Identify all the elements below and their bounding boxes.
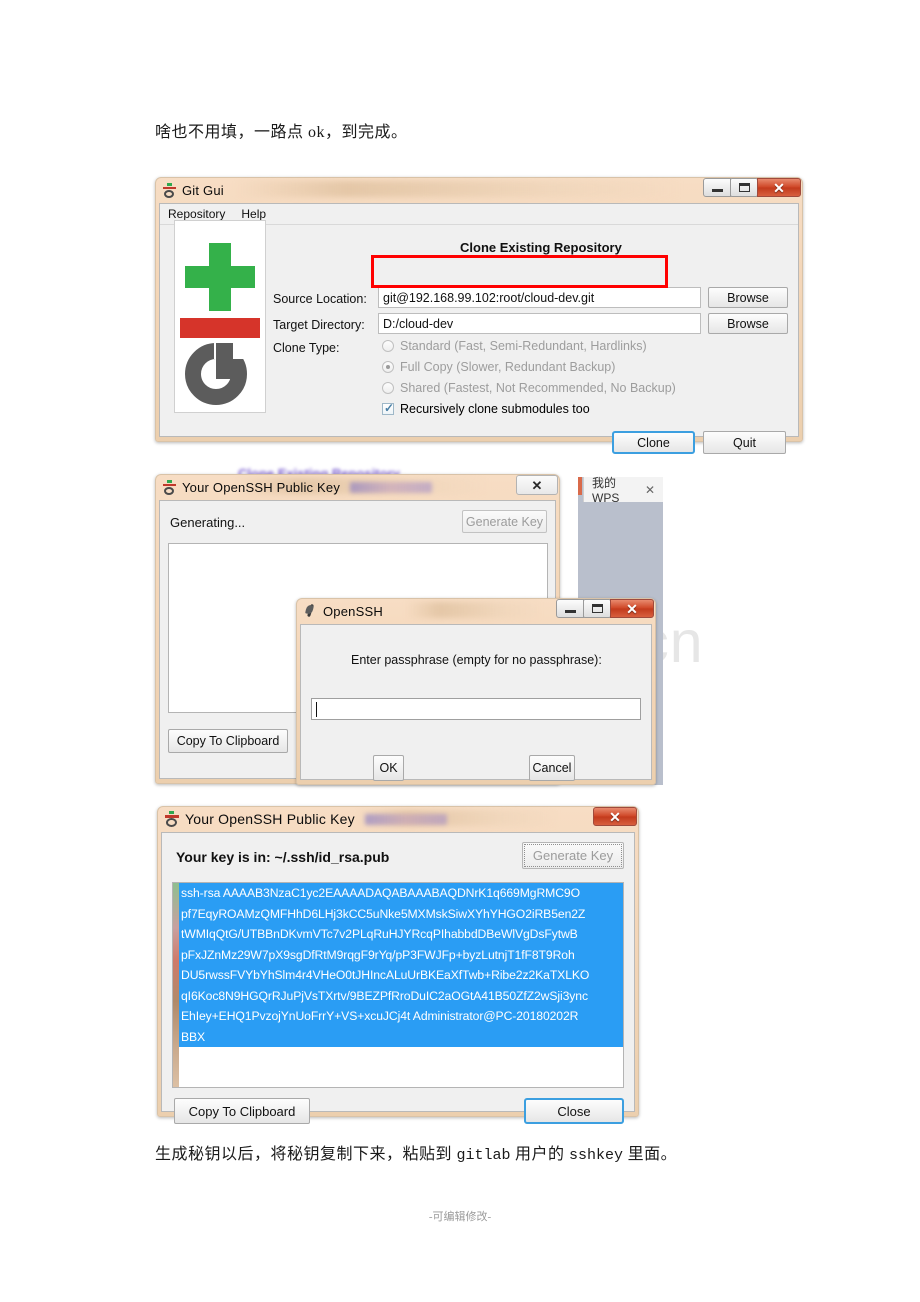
minimize-icon[interactable] (556, 599, 584, 618)
key-line: pf7EqyROAMzQMFHhD6LHj3kCC5uNke5MXMskSiwX… (179, 903, 623, 924)
close-icon[interactable]: ✕ (645, 483, 655, 497)
clone-type-full-copy-label: Full Copy (Slower, Redundant Backup) (400, 360, 616, 374)
source-location-input[interactable]: git@192.168.99.102:root/cloud-dev.git (378, 287, 701, 308)
page-footer-note: -可编辑修改- (428, 1211, 492, 1223)
copy-to-clipboard-button[interactable]: Copy To Clipboard (168, 729, 288, 753)
outro-mono-sshkey: sshkey (569, 1147, 624, 1164)
public-key-titlebar[interactable]: Your OpenSSH Public Key (157, 806, 639, 832)
public-key-window[interactable]: Your OpenSSH Public Key ✕ Your key is in… (157, 806, 639, 1124)
close-icon[interactable]: ✕ (757, 178, 801, 197)
menu-item-help[interactable]: Help (241, 207, 266, 221)
key-line: BBX (179, 1026, 623, 1047)
outro-paragraph: 生成秘钥以后，将秘钥复制下来，粘贴到 gitlab 用户的 sshkey 里面。 (155, 1140, 677, 1164)
public-key-textarea[interactable]: ssh-rsa AAAAB3NzaC1yc2EAAAADAQABAAABAQDN… (172, 882, 624, 1088)
clone-section-title: Clone Existing Repository (460, 240, 622, 255)
generating-title: Your OpenSSH Public Key (182, 479, 341, 495)
clone-button[interactable]: Clone (612, 431, 695, 454)
key-line: DU5rwssFVYbYhSlm4r4VHeO0tJHIncALuUrBKEaX… (179, 965, 623, 986)
git-gui-icon (165, 811, 179, 827)
git-g-mark (185, 341, 253, 405)
radio-icon[interactable] (382, 340, 394, 352)
ok-button[interactable]: OK (373, 755, 404, 781)
cancel-button[interactable]: Cancel (529, 755, 575, 781)
clone-type-option-standard[interactable]: Standard (Fast, Semi-Redundant, Hardlink… (382, 339, 647, 353)
git-gui-title: Git Gui (182, 182, 224, 198)
maximize-icon[interactable] (583, 599, 611, 618)
recursive-submodules-label: Recursively clone submodules too (400, 402, 590, 416)
clone-type-option-shared[interactable]: Shared (Fastest, Not Recommended, No Bac… (382, 381, 676, 395)
key-line: EhIey+EHQ1PvzojYnUoFrrY+VS+xcuJCj4t Admi… (179, 1006, 623, 1027)
title-blur-redaction (364, 813, 447, 825)
close-icon[interactable]: ✕ (593, 807, 637, 826)
recursive-submodules-checkbox-row[interactable]: Recursively clone submodules too (382, 401, 590, 416)
key-location-text: Your key is in: ~/.ssh/id_rsa.pub (176, 849, 390, 865)
maximize-icon[interactable] (730, 178, 758, 197)
public-key-caption-buttons[interactable]: ✕ (593, 807, 637, 826)
key-line: pFxJZnMz29W7pX9sgDfRtM9rqgF9rYq/pP3FWJFp… (179, 944, 623, 965)
title-blur-redaction (350, 481, 433, 493)
openssh-title: OpenSSH (323, 603, 383, 619)
git-gui-caption-buttons[interactable]: ✕ (703, 178, 801, 197)
feather-icon (304, 603, 317, 619)
close-icon[interactable]: ✕ (516, 475, 558, 495)
generate-key-button[interactable]: Generate Key (462, 510, 547, 533)
text-caret (316, 701, 317, 717)
menu-item-repository[interactable]: Repository (168, 207, 225, 221)
outro-part2: 用户的 (510, 1146, 570, 1163)
radio-icon[interactable] (382, 361, 394, 373)
openssh-passphrase-window[interactable]: OpenSSH ✕ Enter passphrase (empty for no… (296, 598, 656, 785)
git-gui-client: Repository Help Clone Existing Repositor… (159, 203, 799, 454)
wps-tab[interactable]: 我的WPS ✕ (583, 476, 663, 505)
minimize-icon[interactable] (703, 178, 731, 197)
close-icon[interactable]: ✕ (610, 599, 654, 618)
outro-part1: 生成秘钥以后，将秘钥复制下来，粘贴到 (155, 1146, 457, 1163)
intro-paragraph: 啥也不用填，一路点 ok，到完成。 (155, 124, 408, 141)
passphrase-input[interactable] (311, 698, 641, 720)
generate-key-button[interactable]: Generate Key (522, 842, 624, 869)
key-line: tWMIqQtG/UTBBnDKvmVTc7v2PLqRuHJYRcqPIhab… (179, 924, 623, 945)
close-button[interactable]: Close (524, 1098, 624, 1124)
passphrase-prompt: Enter passphrase (empty for no passphras… (351, 653, 602, 667)
target-directory-input[interactable]: D:/cloud-dev (378, 313, 701, 334)
outro-part3: 里面。 (623, 1146, 678, 1163)
git-gui-icon (163, 479, 176, 495)
git-gui-icon (163, 182, 176, 198)
copy-to-clipboard-button[interactable]: Copy To Clipboard (174, 1098, 310, 1124)
generating-titlebar[interactable]: Your OpenSSH Public Key (155, 474, 560, 500)
outro-mono-gitlab: gitlab (456, 1147, 511, 1164)
source-location-browse-button[interactable]: Browse (708, 287, 788, 308)
openssh-client: Enter passphrase (empty for no passphras… (300, 624, 652, 781)
target-directory-label: Target Directory: (273, 318, 365, 332)
quit-button[interactable]: Quit (703, 431, 786, 454)
clone-type-standard-label: Standard (Fast, Semi-Redundant, Hardlink… (400, 339, 647, 353)
clone-type-option-full-copy[interactable]: Full Copy (Slower, Redundant Backup) (382, 360, 615, 374)
key-line: ssh-rsa AAAAB3NzaC1yc2EAAAADAQABAAABAQDN… (179, 883, 623, 904)
git-logo (174, 220, 266, 413)
clone-type-shared-label: Shared (Fastest, Not Recommended, No Bac… (400, 381, 676, 395)
key-line: qI6Koc8N9HGQrRJuPjVsTXrtv/9BEZPfRroDuIC2… (179, 985, 623, 1006)
radio-icon[interactable] (382, 382, 394, 394)
target-directory-browse-button[interactable]: Browse (708, 313, 788, 334)
git-gui-window[interactable]: Git Gui ✕ Repository Help Clone Existing… (155, 177, 803, 454)
public-key-title: Your OpenSSH Public Key (185, 811, 355, 827)
openssh-caption-buttons[interactable]: ✕ (556, 599, 654, 618)
generating-caption-buttons[interactable]: ✕ (516, 475, 558, 495)
generating-status-text: Generating... (170, 515, 246, 530)
wps-accent-bar (578, 477, 582, 495)
wps-tab-label: 我的WPS (592, 476, 620, 505)
public-key-client: Your key is in: ~/.ssh/id_rsa.pub Genera… (161, 832, 635, 1124)
source-location-label: Source Location: (273, 292, 367, 306)
clone-type-label: Clone Type: (273, 341, 340, 355)
checkbox-icon[interactable] (382, 401, 394, 415)
